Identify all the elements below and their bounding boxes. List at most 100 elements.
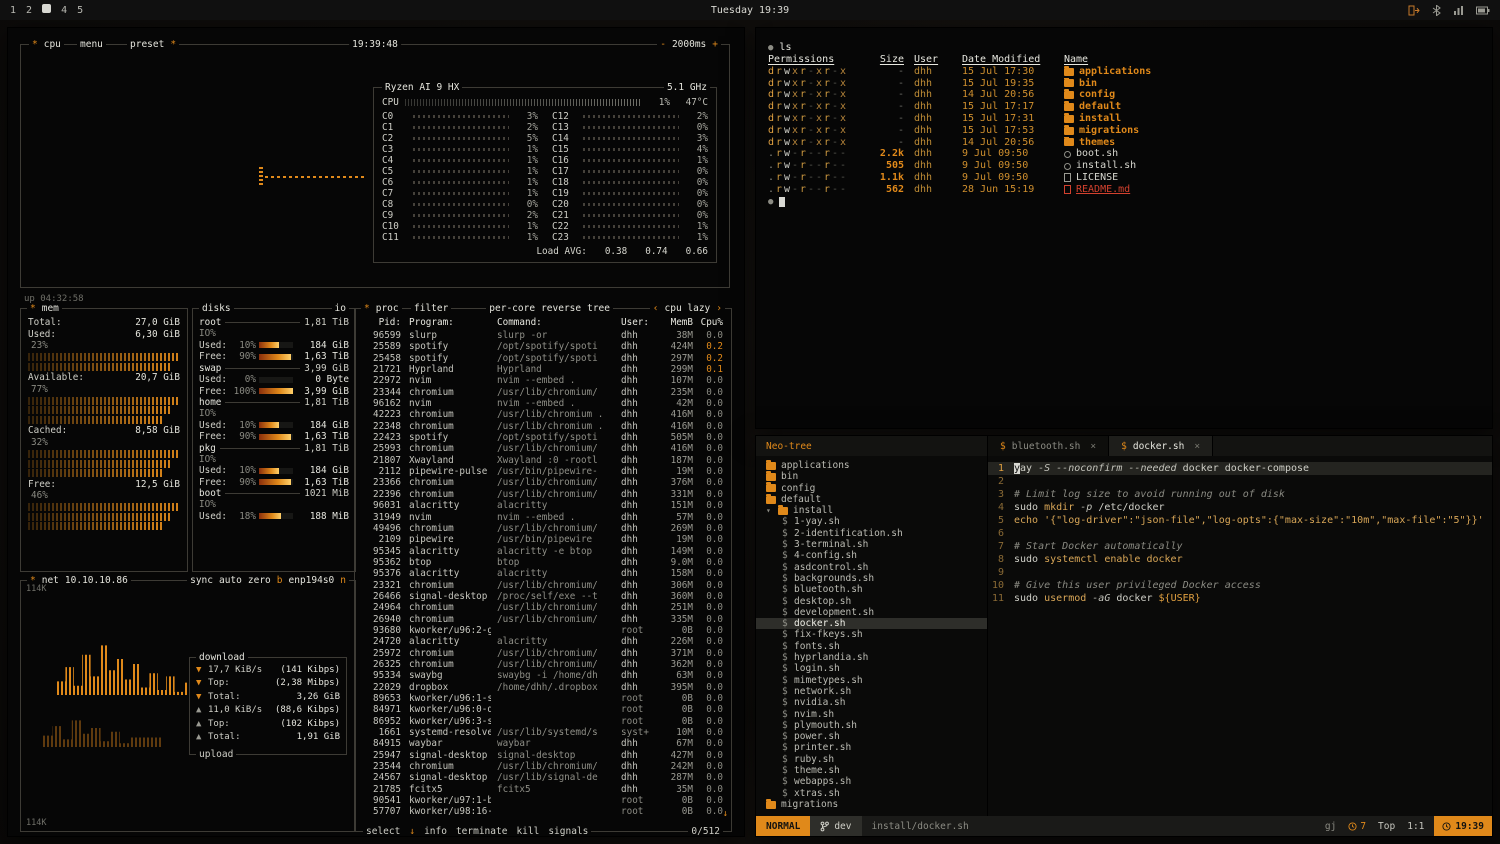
process-row[interactable]: 26325chromium/usr/lib/chromium/dhh362M0.… (361, 659, 727, 670)
footer-key-info[interactable]: info (424, 826, 447, 836)
cpu-header[interactable]: Cpu% (693, 317, 727, 330)
filter-button[interactable]: filter (414, 303, 448, 314)
close-icon[interactable]: × (1086, 441, 1096, 452)
process-row[interactable]: 42223chromium/usr/lib/chromium .dhh416M0… (361, 409, 727, 420)
tree-item-development-sh[interactable]: $development.sh (756, 607, 987, 618)
auto-button[interactable]: auto (219, 575, 242, 586)
tree-item-xtras-sh[interactable]: $xtras.sh (756, 788, 987, 799)
tree-item-2-identification-sh[interactable]: $2-identification.sh (756, 528, 987, 539)
tree-item-power-sh[interactable]: $power.sh (756, 731, 987, 742)
tree-item-bluetooth-sh[interactable]: $bluetooth.sh (756, 584, 987, 595)
tree-item-install[interactable]: ▾install (756, 505, 987, 516)
process-row[interactable]: 25458spotify/opt/spotify/spotidhh297M0.2 (361, 353, 727, 364)
git-branch[interactable]: dev (810, 816, 861, 836)
process-row[interactable]: 22348chromium/usr/lib/chromium .dhh416M0… (361, 421, 727, 432)
tree-item-printer-sh[interactable]: $printer.sh (756, 742, 987, 753)
process-row[interactable]: 96162nvimnvim --embed .dhh42M0.0 (361, 398, 727, 409)
process-row[interactable]: 22972nvimnvim --embed .dhh107M0.0 (361, 375, 727, 386)
process-row[interactable]: 2112pipewire-pulse/usr/bin/pipewire-dhh1… (361, 466, 727, 477)
tree-item-fix-fkeys-sh[interactable]: $fix-fkeys.sh (756, 629, 987, 640)
neovim-window[interactable]: Neo-tree $bluetooth.sh×$docker.sh× appli… (756, 436, 1492, 836)
preset-button[interactable]: preset (130, 39, 164, 50)
expander-icon[interactable]: ▾ (766, 505, 773, 516)
tree-item-hyprlandia-sh[interactable]: $hyprlandia.sh (756, 652, 987, 663)
reverse-toggle[interactable]: reverse (541, 303, 581, 314)
process-row[interactable]: 1661systemd-resolve/usr/lib/systemd/ssys… (361, 727, 727, 738)
tree-item-backgrounds-sh[interactable]: $backgrounds.sh (756, 573, 987, 584)
per-core-toggle[interactable]: per-core (489, 303, 535, 314)
sync-button[interactable]: sync (190, 575, 213, 586)
battery-icon[interactable] (1476, 6, 1490, 15)
footer-key-signals[interactable]: signals (548, 826, 588, 836)
tree-item-nvim-sh[interactable]: $nvim.sh (756, 709, 987, 720)
process-row[interactable]: 22029dropbox/home/dhh/.dropboxdhh395M0.0 (361, 682, 727, 693)
editor-area[interactable]: 1yay -S --noconfirm --needed docker dock… (988, 456, 1492, 816)
program-header[interactable]: Program: (401, 317, 491, 330)
tree-item-3-terminal-sh[interactable]: $3-terminal.sh (756, 539, 987, 550)
tree-item-desktop-sh[interactable]: $desktop.sh (756, 596, 987, 607)
process-row[interactable]: 84915waybarwaybardhh67M0.0 (361, 738, 727, 749)
tree-item-plymouth-sh[interactable]: $plymouth.sh (756, 720, 987, 731)
process-row[interactable]: 2109pipewire/usr/bin/pipewiredhh19M0.0 (361, 534, 727, 545)
process-row[interactable]: 21721HyprlandHyprlanddhh299M0.1 (361, 364, 727, 375)
neotree-panel[interactable]: applicationsbinconfigdefault▾install$1-y… (756, 456, 988, 816)
tree-item-default[interactable]: default (756, 494, 987, 505)
scroll-down-icon[interactable]: ↓ (723, 809, 728, 819)
process-row[interactable]: 23321chromium/usr/lib/chromium/dhh306M0.… (361, 580, 727, 591)
new-prompt-line[interactable]: ● (768, 196, 1480, 208)
workspace-button[interactable]: 4 (61, 5, 67, 16)
tree-item-mimetypes-sh[interactable]: $mimetypes.sh (756, 675, 987, 686)
process-row[interactable]: 25947signal-desktopsignal-desktopdhh427M… (361, 750, 727, 761)
process-row[interactable]: 25993chromium/usr/lib/chromium/dhh416M0.… (361, 443, 727, 454)
memory-header[interactable]: MemB (655, 317, 693, 330)
workspace-button[interactable] (42, 4, 51, 16)
zero-button[interactable]: zero (248, 575, 271, 586)
process-row[interactable]: 21785fcitx5fcitx5dhh35M0.0 (361, 784, 727, 795)
process-row[interactable]: 86952kworker/u96:3-sdroot0B0.0 (361, 716, 727, 727)
logout-icon[interactable] (1408, 5, 1420, 16)
btop-window[interactable]: *cpu menu preset * 19:39:48 - 2000ms + R… (8, 28, 744, 836)
footer-key-terminate[interactable]: terminate (456, 826, 507, 836)
process-row[interactable]: 49496chromium/usr/lib/chromium/dhh269M0.… (361, 523, 727, 534)
process-row[interactable]: 24567signal-desktop/usr/lib/signal-dedhh… (361, 772, 727, 783)
process-row[interactable]: 31949nvimnvim --embed .dhh57M0.0 (361, 512, 727, 523)
process-row[interactable]: 24720alacrittyalacrittydhh226M0.0 (361, 636, 727, 647)
tree-item-docker-sh[interactable]: $docker.sh (756, 618, 987, 629)
workspace-button[interactable]: 5 (77, 5, 83, 16)
footer-key-select[interactable]: select (366, 826, 400, 836)
menu-button[interactable]: menu (80, 39, 103, 50)
tab-bluetooth-sh[interactable]: $bluetooth.sh× (988, 436, 1109, 456)
process-row[interactable]: 95345alacrittyalacritty -e btopdhh149M0.… (361, 546, 727, 557)
tree-item-asdcontrol-sh[interactable]: $asdcontrol.sh (756, 562, 987, 573)
pid-header[interactable]: Pid: (361, 317, 401, 330)
tree-item-fonts-sh[interactable]: $fonts.sh (756, 641, 987, 652)
stats-icon[interactable] (1453, 5, 1464, 16)
command-header[interactable]: Command: (491, 317, 617, 330)
process-row[interactable]: 95362btopbtopdhh9.0M0.0 (361, 557, 727, 568)
process-row[interactable]: 23344chromium/usr/lib/chromium/dhh235M0.… (361, 387, 727, 398)
tree-item-webapps-sh[interactable]: $webapps.sh (756, 776, 987, 787)
process-row[interactable]: 21807XwaylandXwayland :0 -rootldhh187M0.… (361, 455, 727, 466)
process-row[interactable]: 89653kworker/u96:1-sdroot0B0.0 (361, 693, 727, 704)
process-row[interactable]: 22423spotify/opt/spotify/spotidhh505M0.0 (361, 432, 727, 443)
tree-item-applications[interactable]: applications (756, 460, 987, 471)
process-row[interactable]: 95376alacrittyalacrittydhh158M0.0 (361, 568, 727, 579)
tab-docker-sh[interactable]: $docker.sh× (1109, 436, 1213, 456)
process-row[interactable]: 25972chromium/usr/lib/chromium/dhh371M0.… (361, 648, 727, 659)
tree-item-4-config-sh[interactable]: $4-config.sh (756, 550, 987, 561)
iface-next-button[interactable]: n (340, 575, 346, 586)
process-row[interactable]: 23544chromium/usr/lib/chromium/dhh242M0.… (361, 761, 727, 772)
interval-decrease-button[interactable]: - (660, 39, 666, 50)
process-row[interactable]: 90541kworker/u97:1-btroot0B0.0 (361, 795, 727, 806)
interval-increase-button[interactable]: + (712, 39, 718, 50)
process-row[interactable]: 26940chromium/usr/lib/chromium/dhh335M0.… (361, 614, 727, 625)
process-row[interactable]: 84971kworker/u96:0-dmroot0B0.0 (361, 704, 727, 715)
process-row[interactable]: 24964chromium/usr/lib/chromium/dhh251M0.… (361, 602, 727, 613)
process-row[interactable]: 25589spotify/opt/spotify/spotidhh424M0.2 (361, 341, 727, 352)
process-row[interactable]: 26466signal-desktop/proc/self/exe --tdhh… (361, 591, 727, 602)
bluetooth-icon[interactable] (1432, 5, 1441, 16)
workspace-button[interactable]: 2 (26, 5, 32, 16)
tree-toggle[interactable]: tree (587, 303, 610, 314)
io-mode-button[interactable]: io (335, 303, 346, 314)
terminal-window[interactable]: ● ls Permissions Size User Date Modified… (756, 28, 1492, 428)
